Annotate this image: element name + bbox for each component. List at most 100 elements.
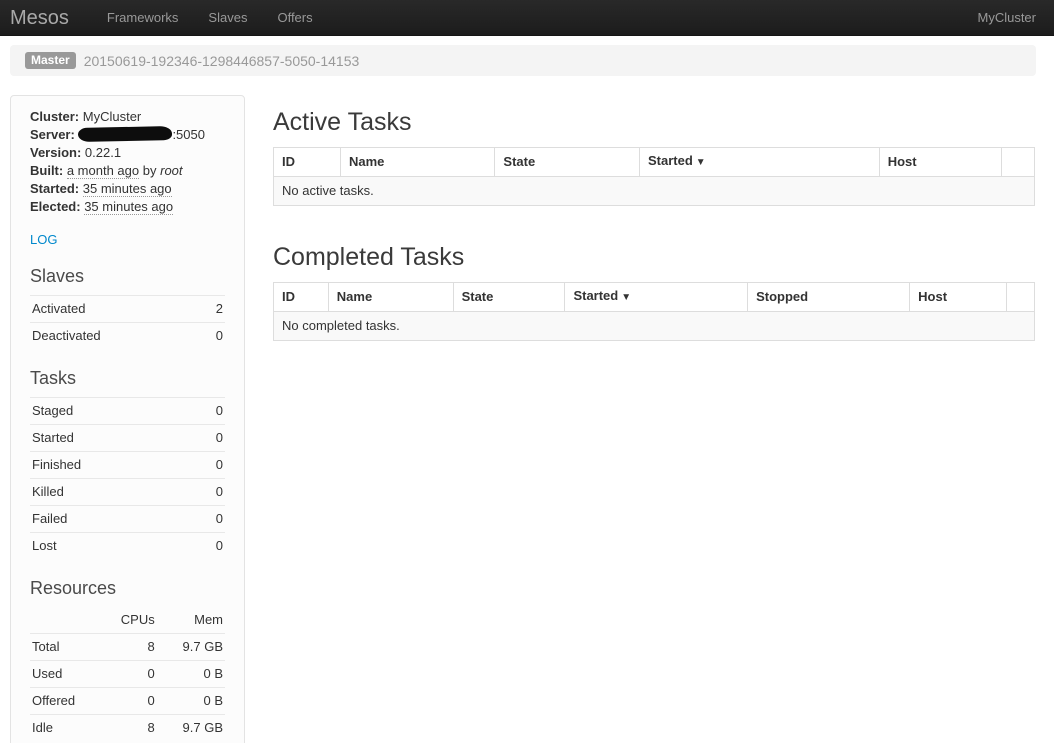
stat-mem: 9.7 GB bbox=[157, 634, 225, 661]
column-header-name[interactable]: Name bbox=[328, 283, 453, 312]
info-built-user: root bbox=[160, 163, 182, 178]
stat-row-deactivated: Deactivated 0 bbox=[30, 323, 225, 350]
info-started-label: Started: bbox=[30, 181, 79, 196]
info-built-time: a month ago bbox=[67, 163, 139, 179]
column-header-started[interactable]: Started▼ bbox=[565, 283, 748, 312]
top-navbar: Mesos Frameworks Slaves Offers MyCluster bbox=[0, 0, 1054, 36]
stat-label: Failed bbox=[30, 506, 191, 533]
column-header-started-label: Started bbox=[648, 153, 693, 168]
stat-row-finished: Finished 0 bbox=[30, 452, 225, 479]
stat-cpus: 0 bbox=[108, 688, 157, 715]
stat-value: 0 bbox=[191, 452, 225, 479]
nav-item-slaves[interactable]: Slaves bbox=[193, 0, 262, 36]
master-id-text: 20150619-192346-1298446857-5050-14153 bbox=[84, 53, 360, 69]
active-tasks-title: Active Tasks bbox=[273, 108, 1035, 136]
info-version: Version: 0.22.1 bbox=[30, 144, 225, 162]
stat-value: 0 bbox=[199, 323, 225, 350]
stat-label: Used bbox=[30, 661, 108, 688]
column-header-state[interactable]: State bbox=[495, 148, 640, 177]
log-link[interactable]: LOG bbox=[30, 232, 57, 247]
active-tasks-table: ID Name State Started▼ Host No active ta… bbox=[273, 147, 1035, 206]
stat-label: Staged bbox=[30, 398, 191, 425]
tasks-section-title: Tasks bbox=[30, 367, 225, 389]
nav-item-offers[interactable]: Offers bbox=[262, 0, 327, 36]
info-built: Built: a month ago by root bbox=[30, 162, 225, 180]
active-tasks-empty-row: No active tasks. bbox=[274, 177, 1035, 206]
stat-label: Lost bbox=[30, 533, 191, 560]
completed-tasks-header-row: ID Name State Started▼ Stopped Host bbox=[274, 283, 1035, 312]
info-elected: Elected: 35 minutes ago bbox=[30, 198, 225, 216]
stat-mem: 9.7 GB bbox=[157, 715, 225, 742]
column-header-id[interactable]: ID bbox=[274, 148, 341, 177]
info-elected-label: Elected: bbox=[30, 199, 81, 214]
stat-row-started: Started 0 bbox=[30, 425, 225, 452]
page-container: Cluster: MyCluster Server: :5050 Version… bbox=[0, 76, 1054, 743]
stat-value: 0 bbox=[191, 533, 225, 560]
info-built-by-word: by bbox=[143, 163, 157, 178]
stat-label: Finished bbox=[30, 452, 191, 479]
resources-header-cpus: CPUs bbox=[108, 607, 157, 634]
info-version-label: Version: bbox=[30, 145, 81, 160]
stat-cpus: 0 bbox=[108, 661, 157, 688]
stat-mem: 0 B bbox=[157, 661, 225, 688]
resources-section-title: Resources bbox=[30, 577, 225, 599]
sidebar-panel: Cluster: MyCluster Server: :5050 Version… bbox=[10, 95, 245, 743]
nav-item-frameworks[interactable]: Frameworks bbox=[92, 0, 194, 36]
column-header-state[interactable]: State bbox=[453, 283, 565, 312]
column-header-empty bbox=[1006, 283, 1034, 312]
stat-label: Killed bbox=[30, 479, 191, 506]
column-header-host[interactable]: Host bbox=[910, 283, 1007, 312]
breadcrumb: Master 20150619-192346-1298446857-5050-1… bbox=[10, 45, 1036, 76]
column-header-empty bbox=[1002, 148, 1035, 177]
info-server-label: Server: bbox=[30, 127, 75, 142]
brand-link-mesos[interactable]: Mesos bbox=[0, 0, 92, 36]
tasks-stat-table: Staged 0 Started 0 Finished 0 Killed 0 F… bbox=[30, 397, 225, 559]
sort-descending-icon: ▼ bbox=[621, 292, 631, 303]
slaves-section-title: Slaves bbox=[30, 265, 225, 287]
stat-label: Activated bbox=[30, 296, 199, 323]
completed-tasks-empty-row: No completed tasks. bbox=[274, 312, 1035, 341]
info-server-port: :5050 bbox=[172, 127, 205, 142]
main-content: Active Tasks ID Name State Started▼ Host… bbox=[273, 95, 1035, 341]
resource-row-offered: Offered 0 0 B bbox=[30, 688, 225, 715]
resources-header-row: CPUs Mem bbox=[30, 607, 225, 634]
column-header-started[interactable]: Started▼ bbox=[640, 148, 880, 177]
resources-header-mem: Mem bbox=[157, 607, 225, 634]
stat-value: 0 bbox=[191, 479, 225, 506]
info-started-time: 35 minutes ago bbox=[83, 181, 172, 197]
column-header-stopped[interactable]: Stopped bbox=[748, 283, 910, 312]
info-cluster: Cluster: MyCluster bbox=[30, 108, 225, 126]
stat-row-activated: Activated 2 bbox=[30, 296, 225, 323]
completed-tasks-empty-message: No completed tasks. bbox=[274, 312, 1035, 341]
info-elected-time: 35 minutes ago bbox=[84, 199, 173, 215]
resource-row-idle: Idle 8 9.7 GB bbox=[30, 715, 225, 742]
stat-label: Started bbox=[30, 425, 191, 452]
column-header-name[interactable]: Name bbox=[340, 148, 494, 177]
stat-row-staged: Staged 0 bbox=[30, 398, 225, 425]
stat-row-failed: Failed 0 bbox=[30, 506, 225, 533]
stat-label: Total bbox=[30, 634, 108, 661]
info-cluster-label: Cluster: bbox=[30, 109, 79, 124]
info-built-label: Built: bbox=[30, 163, 63, 178]
stat-label: Idle bbox=[30, 715, 108, 742]
column-header-id[interactable]: ID bbox=[274, 283, 329, 312]
navbar-cluster-name: MyCluster bbox=[977, 10, 1036, 25]
stat-cpus: 8 bbox=[108, 634, 157, 661]
stat-value: 0 bbox=[191, 425, 225, 452]
active-tasks-header-row: ID Name State Started▼ Host bbox=[274, 148, 1035, 177]
slaves-stat-table: Activated 2 Deactivated 0 bbox=[30, 295, 225, 349]
resources-stat-table: CPUs Mem Total 8 9.7 GB Used 0 0 B Offer… bbox=[30, 607, 225, 741]
column-header-started-label: Started bbox=[573, 288, 618, 303]
info-cluster-value: MyCluster bbox=[83, 109, 142, 124]
stat-label: Offered bbox=[30, 688, 108, 715]
stat-cpus: 8 bbox=[108, 715, 157, 742]
active-tasks-empty-message: No active tasks. bbox=[274, 177, 1035, 206]
stat-row-killed: Killed 0 bbox=[30, 479, 225, 506]
stat-value: 0 bbox=[191, 398, 225, 425]
resource-row-total: Total 8 9.7 GB bbox=[30, 634, 225, 661]
column-header-host[interactable]: Host bbox=[879, 148, 1002, 177]
completed-tasks-title: Completed Tasks bbox=[273, 243, 1035, 271]
stat-label: Deactivated bbox=[30, 323, 199, 350]
master-badge: Master bbox=[25, 52, 76, 69]
info-started: Started: 35 minutes ago bbox=[30, 180, 225, 198]
